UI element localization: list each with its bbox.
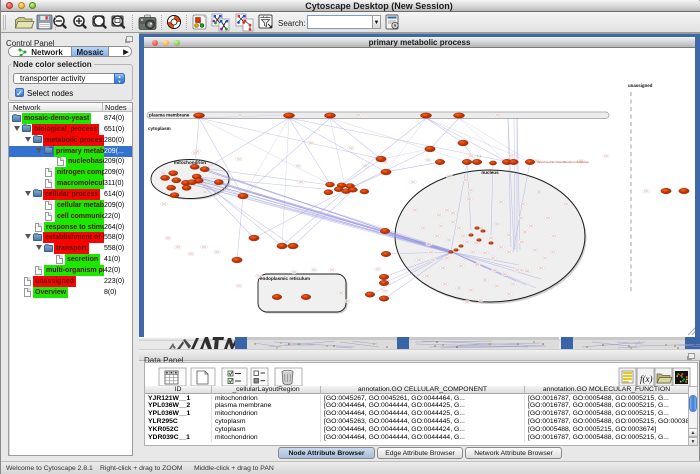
svg-text:nucleus: nucleus xyxy=(481,170,499,175)
svg-text:mitochondrion: mitochondrion xyxy=(174,160,206,165)
svg-text:[...]: [...] xyxy=(477,154,481,158)
svg-text:cytoplasm: cytoplasm xyxy=(148,126,171,131)
svg-text:unassigned: unassigned xyxy=(628,83,653,88)
svg-text:plasma membrane: plasma membrane xyxy=(149,113,190,118)
svg-text:f(x): f(x) xyxy=(640,374,653,384)
svg-text:endoplasmic reticulum: endoplasmic reticulum xyxy=(260,276,310,281)
svg-text:mitochondrionCbestBest(membran: mitochondrionCbestBest(membrane)al xyxy=(537,160,589,164)
